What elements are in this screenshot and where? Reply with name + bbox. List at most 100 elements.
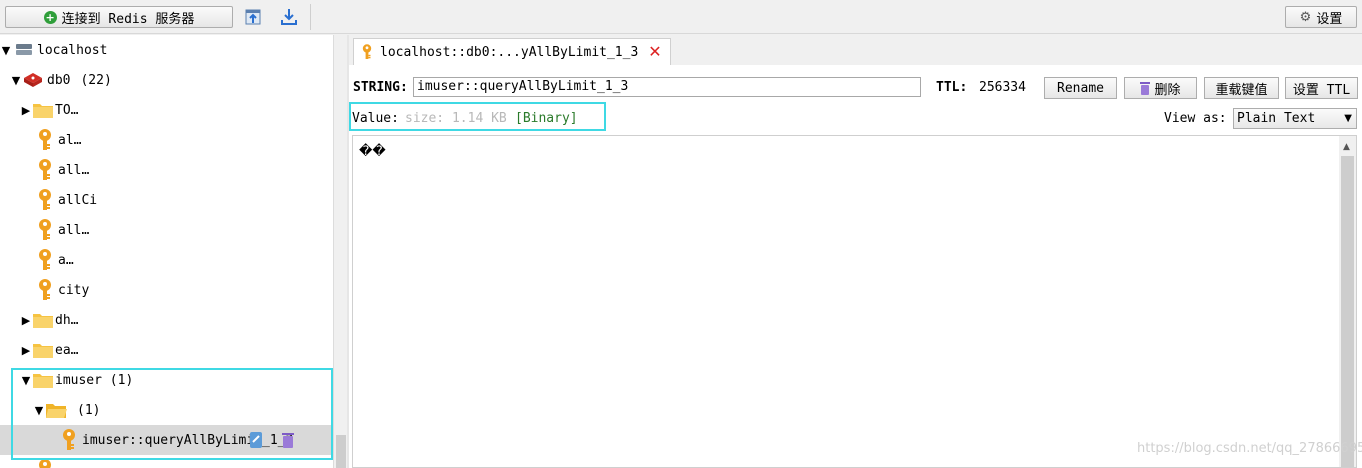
connection-tree: ▼ localhost ▼ db0 (22) ▶ TO… al… all… al… (0, 35, 333, 468)
tree-scrollbar-thumb[interactable] (336, 435, 346, 468)
tree-item-folder[interactable]: ▶ ea… (0, 335, 333, 365)
connect-server-label: 连接到 Redis 服务器 (61, 11, 195, 27)
tree-item-key[interactable]: all… (0, 155, 333, 185)
settings-label: 设置 (1316, 11, 1343, 27)
key-icon (39, 279, 51, 300)
value-binary-badge: [Binary] (515, 111, 578, 126)
key-icon (39, 219, 51, 240)
view-as-value: Plain Text (1237, 111, 1316, 126)
tree-item-label: dh… (55, 312, 79, 328)
tree-item-database[interactable]: ▼ db0 (22) (0, 65, 333, 95)
tree-item-key[interactable]: a… (0, 245, 333, 275)
folder-icon (33, 104, 53, 118)
tree-item-key[interactable]: allCi (0, 185, 333, 215)
tree-item-label: a… (58, 252, 74, 268)
tree-item-key[interactable]: city (0, 275, 333, 305)
key-type-label: STRING: (353, 80, 408, 95)
close-icon[interactable]: ✕ (648, 44, 661, 60)
folder-icon (33, 344, 53, 358)
redis-desktop-manager-window: + 连接到 Redis 服务器 ⚙ 设置 ▼ localhost ▼ db0 (… (0, 0, 1362, 468)
main-toolbar: + 连接到 Redis 服务器 ⚙ 设置 (0, 0, 1362, 34)
expand-arrow-icon[interactable]: ▼ (33, 404, 45, 417)
view-as-label: View as: (1164, 111, 1227, 126)
tree-item-folder[interactable]: ▶ TO… (0, 95, 333, 125)
toolbar-separator (310, 4, 311, 30)
value-size: size: 1.14 KB (405, 111, 507, 126)
editor-scrollbar[interactable]: ▲ (1339, 136, 1356, 467)
editor-scrollbar-thumb[interactable] (1341, 156, 1354, 467)
key-view-panel: STRING: imuser::queryAllByLimit_1_3 TTL:… (349, 65, 1362, 468)
open-folder-icon (46, 404, 67, 418)
value-editor[interactable]: �� ▲ (352, 135, 1357, 468)
key-icon (39, 249, 51, 270)
tree-item-folder[interactable]: ▶ dh… (0, 305, 333, 335)
tree-item-key-selected[interactable]: imuser::queryAllByLimit_1_3 (0, 425, 333, 455)
tab-key-view[interactable]: localhost::db0:...yAllByLimit_1_3 ✕ (353, 38, 671, 65)
tab-bar: localhost::db0:...yAllByLimit_1_3 ✕ (349, 35, 1362, 65)
tree-item-key[interactable]: al… (0, 125, 333, 155)
tree-item-label: localhost (37, 42, 108, 58)
tree-item-folder-imuser[interactable]: ▼ imuser (1) (0, 365, 333, 395)
tree-item-label: all… (58, 222, 90, 238)
chevron-down-icon: ▼ (1344, 113, 1352, 124)
tree-item-key[interactable]: all… (0, 215, 333, 245)
watermark: https://blog.csdn.net/qq_27866695 (1137, 441, 1362, 456)
expand-arrow-icon[interactable]: ▼ (0, 44, 12, 57)
gear-icon: ⚙ (1299, 9, 1312, 25)
set-ttl-button[interactable]: 设置 TTL (1285, 77, 1358, 99)
redis-db-icon (24, 73, 42, 87)
export-button[interactable] (277, 5, 301, 29)
rename-button[interactable]: Rename (1044, 77, 1117, 99)
connect-server-button[interactable]: + 连接到 Redis 服务器 (5, 6, 233, 28)
tree-item-label: al… (58, 132, 82, 148)
key-icon (63, 429, 75, 450)
delete-label: 删除 (1154, 82, 1181, 98)
server-icon (16, 44, 32, 55)
reload-value-label: 重载键值 (1215, 82, 1268, 98)
ttl-value: 256334 (979, 80, 1026, 95)
export-icon (281, 9, 297, 25)
tree-item-label: imuser (1) (55, 372, 134, 388)
rename-label: Rename (1057, 80, 1104, 96)
collapse-arrow-icon[interactable]: ▶ (20, 314, 32, 327)
tree-item-label: city (58, 282, 90, 298)
settings-button[interactable]: ⚙ 设置 (1285, 6, 1357, 28)
tree-item-label: allCi (58, 192, 98, 208)
key-icon (39, 129, 51, 150)
ttl-label: TTL: (936, 80, 968, 95)
set-ttl-label: 设置 TTL (1292, 82, 1351, 98)
tree-item-server[interactable]: ▼ localhost (0, 35, 333, 65)
reload-value-button[interactable]: 重载键值 (1204, 77, 1279, 99)
folder-icon (33, 314, 53, 328)
folder-icon (33, 374, 53, 388)
import-icon (245, 9, 261, 25)
collapse-arrow-icon[interactable]: ▶ (20, 104, 32, 117)
key-icon (39, 189, 51, 210)
tree-item-count: (22) (80, 72, 112, 88)
key-icon (39, 159, 51, 180)
tree-item-key[interactable] (0, 455, 333, 468)
key-name-field[interactable]: imuser::queryAllByLimit_1_3 (413, 77, 921, 97)
tree-item-label: ea… (55, 342, 79, 358)
scroll-up-icon[interactable]: ▲ (1343, 142, 1350, 152)
key-icon (362, 44, 372, 59)
key-icon (39, 459, 51, 468)
view-as-select[interactable]: Plain Text ▼ (1233, 108, 1357, 129)
tree-item-label: TO… (55, 102, 79, 118)
tree-scrollbar[interactable] (333, 35, 347, 468)
tree-item-label: (1) (77, 402, 101, 418)
plus-circle-icon: + (43, 10, 57, 24)
tree-item-label: db0 (47, 72, 71, 88)
copy-link-icon[interactable] (249, 431, 263, 449)
collapse-arrow-icon[interactable]: ▶ (20, 344, 32, 357)
tab-label: localhost::db0:...yAllByLimit_1_3 (380, 44, 639, 60)
value-label: Value: (352, 111, 399, 126)
expand-arrow-icon[interactable]: ▼ (20, 374, 32, 387)
tree-item-folder-sub[interactable]: ▼ (1) (0, 395, 333, 425)
import-button[interactable] (241, 5, 265, 29)
expand-arrow-icon[interactable]: ▼ (10, 74, 22, 87)
trash-icon[interactable] (281, 431, 295, 449)
trash-icon (1140, 81, 1151, 95)
tree-item-label: all… (58, 162, 90, 178)
delete-button[interactable]: 删除 (1124, 77, 1197, 99)
